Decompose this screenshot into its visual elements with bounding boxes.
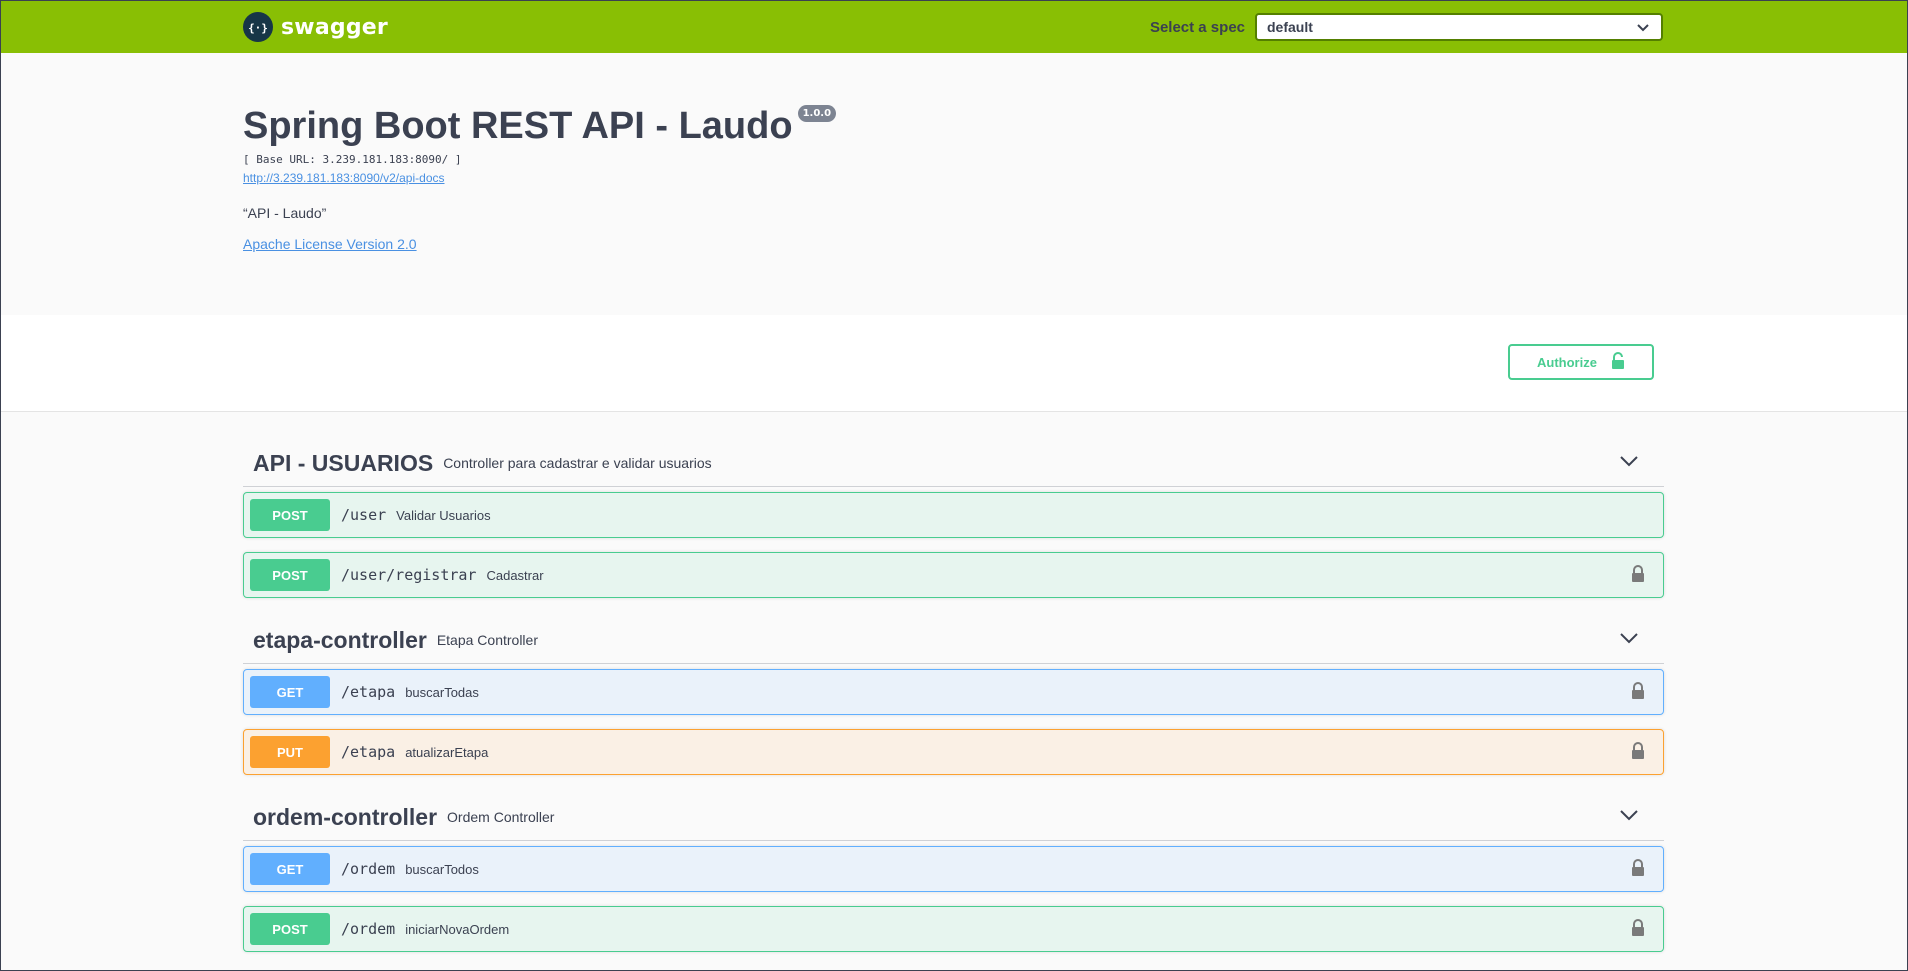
- operation-summary: buscarTodos: [405, 861, 479, 877]
- operation-post-ordem[interactable]: POST /ordem iniciarNovaOrdem: [243, 906, 1664, 952]
- operation-put-etapa[interactable]: PUT /etapa atualizarEtapa: [243, 729, 1664, 775]
- tag-name: API - USUARIOS: [253, 449, 434, 476]
- tag-name: etapa-controller: [253, 626, 427, 653]
- swagger-ui-page: {·} swagger Select a spec default Spring…: [0, 0, 1908, 971]
- version-badge: 1.0.0: [797, 105, 837, 122]
- operation-path: /etapa: [341, 683, 396, 701]
- topbar-wrapper: {·} swagger Select a spec default: [243, 1, 1663, 53]
- authorize-button[interactable]: Authorize: [1508, 344, 1654, 380]
- operation-path: /ordem: [341, 860, 396, 878]
- spec-label: Select a spec: [1149, 18, 1245, 36]
- method-badge: POST: [250, 559, 330, 591]
- tag-header-etapa-controller[interactable]: etapa-controller Etapa Controller: [243, 617, 1664, 664]
- operation-summary: iniciarNovaOrdem: [405, 921, 510, 937]
- method-badge: GET: [250, 853, 330, 885]
- base-url: [ Base URL: 3.239.181.183:8090/ ]: [243, 153, 462, 166]
- method-badge: POST: [250, 499, 330, 531]
- lock-icon[interactable]: [1631, 859, 1645, 882]
- method-badge: GET: [250, 676, 330, 708]
- operation-path: /user/registrar: [341, 566, 477, 584]
- scheme-container: Authorize: [1, 315, 1907, 412]
- spec-selector: Select a spec default: [1150, 13, 1663, 41]
- method-badge: PUT: [250, 736, 330, 768]
- lock-icon[interactable]: [1631, 682, 1645, 705]
- topbar: {·} swagger Select a spec default: [1, 1, 1907, 53]
- operation-path: /user: [341, 506, 387, 524]
- tag-description: Ordem Controller: [447, 809, 555, 825]
- api-docs-link[interactable]: http://3.239.181.183:8090/v2/api-docs: [243, 171, 836, 185]
- lock-icon[interactable]: [1631, 565, 1645, 588]
- operation-summary: Validar Usuarios: [396, 507, 491, 523]
- operation-post-user-registrar[interactable]: POST /user/registrar Cadastrar: [243, 552, 1664, 598]
- spec-select[interactable]: default: [1255, 13, 1663, 41]
- unlock-icon: [1611, 351, 1625, 373]
- info-container: Spring Boot REST API - Laudo 1.0.0 [ Bas…: [243, 105, 837, 252]
- tag-header-api-usuarios[interactable]: API - USUARIOS Controller para cadastrar…: [243, 440, 1664, 487]
- operation-summary: buscarTodas: [405, 684, 479, 700]
- tag-name: ordem-controller: [253, 803, 438, 830]
- chevron-down-icon[interactable]: [1620, 631, 1638, 649]
- lock-icon[interactable]: [1631, 742, 1645, 765]
- tag-description: Controller para cadastrar e validar usua…: [443, 455, 712, 471]
- operation-summary: atualizarEtapa: [405, 744, 489, 760]
- spec-select-value: default: [1267, 19, 1313, 35]
- page-title: Spring Boot REST API - Laudo: [243, 105, 793, 147]
- operation-path: /etapa: [341, 743, 396, 761]
- operations-container: API - USUARIOS Controller para cadastrar…: [243, 440, 1664, 966]
- operations-section: API - USUARIOS Controller para cadastrar…: [1, 412, 1907, 970]
- svg-text:{·}: {·}: [248, 22, 268, 35]
- swagger-logo-icon: {·}: [243, 12, 273, 42]
- license-link[interactable]: Apache License Version 2.0: [243, 236, 836, 252]
- operation-get-etapa[interactable]: GET /etapa buscarTodas: [243, 669, 1664, 715]
- info-section: Spring Boot REST API - Laudo 1.0.0 [ Bas…: [1, 53, 1907, 315]
- chevron-down-icon[interactable]: [1620, 454, 1638, 472]
- logo-text: swagger: [281, 14, 388, 40]
- authorize-label: Authorize: [1537, 354, 1597, 370]
- title-row: Spring Boot REST API - Laudo 1.0.0: [243, 105, 837, 147]
- chevron-down-icon: [1637, 19, 1649, 35]
- operation-get-ordem[interactable]: GET /ordem buscarTodos: [243, 846, 1664, 892]
- operation-path: /ordem: [341, 920, 396, 938]
- operation-post-user[interactable]: POST /user Validar Usuarios: [243, 492, 1664, 538]
- method-badge: POST: [250, 913, 330, 945]
- tag-description: Etapa Controller: [436, 632, 538, 648]
- api-description: “API - Laudo”: [243, 205, 327, 221]
- operation-summary: Cadastrar: [486, 567, 544, 583]
- swagger-logo[interactable]: {·} swagger: [243, 12, 388, 42]
- lock-icon[interactable]: [1631, 919, 1645, 942]
- tag-header-ordem-controller[interactable]: ordem-controller Ordem Controller: [243, 794, 1664, 841]
- chevron-down-icon[interactable]: [1620, 808, 1638, 826]
